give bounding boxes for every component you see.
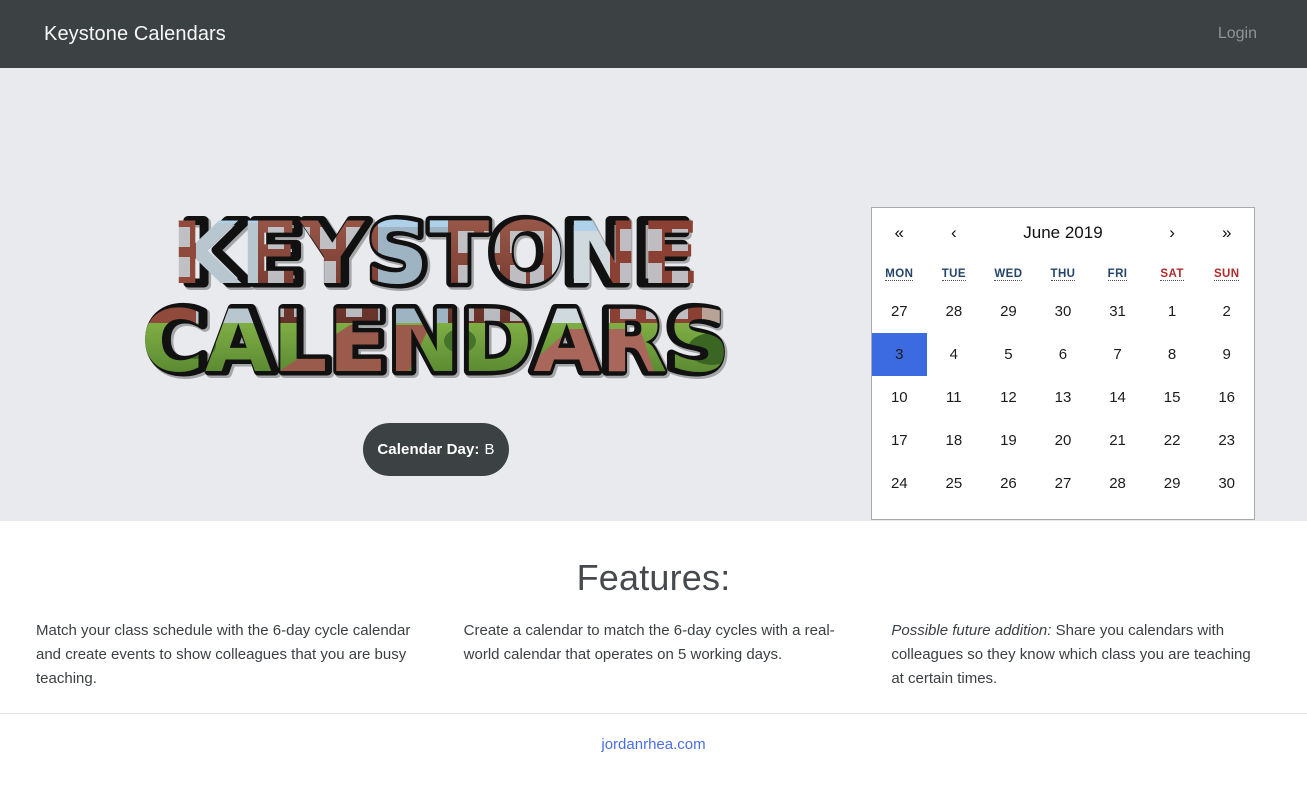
features-section: Features: Match your class schedule with… [0,521,1307,691]
calendar-day-cell[interactable]: 19 [981,419,1036,462]
dow-header-mon: MON [872,258,927,290]
dow-header-wed: WED [981,258,1036,290]
calendar-body: 27 28 29 30 31 1 2 3 4 5 6 7 8 9 10 11 12 13 14 15 16 17 18 19 2… [872,290,1254,505]
calendar-day-cell[interactable]: 15 [1145,376,1200,419]
hero-logo-image: KEYSTONE CALENDARS KEYSTONE CALENDARS KE… [100,205,772,390]
dow-abbr-mon: MON [885,268,914,281]
calendar-thead: « ‹ June 2019 › » MON TUE WED THU FRI SA… [872,208,1254,290]
calendar-day-cell[interactable]: 28 [1090,462,1145,505]
calendar-day-cell[interactable]: 13 [1036,376,1091,419]
calendar-day-cell[interactable]: 22 [1145,419,1200,462]
hero-jumbotron: KEYSTONE CALENDARS KEYSTONE CALENDARS KE… [0,68,1307,521]
calendar-day-cell[interactable]: 16 [1199,376,1254,419]
feature-lead-3: Possible future addition: [891,622,1052,639]
calendar-week-row: 10 11 12 13 14 15 16 [872,376,1254,419]
dow-header-tue: TUE [927,258,982,290]
feature-column-2: Create a calendar to match the 6-day cyc… [430,619,858,691]
calendar-nav-row: « ‹ June 2019 › » [872,208,1254,258]
calendar-day-cell[interactable]: 25 [927,462,982,505]
calendar-day-cell[interactable]: 9 [1199,333,1254,376]
calendar-week-row: 3456789 [872,333,1254,376]
calendar-week-row: 17 18 19 20 21 22 23 [872,419,1254,462]
dow-abbr-sun: SUN [1213,268,1240,281]
calendar-table: « ‹ June 2019 › » MON TUE WED THU FRI SA… [872,208,1254,505]
feature-column-1: Match your class schedule with the 6-day… [0,619,430,691]
brand-link[interactable]: Keystone Calendars [44,23,226,46]
hero-inner: KEYSTONE CALENDARS KEYSTONE CALENDARS KE… [0,68,1307,521]
calendar-day-cell[interactable]: 4 [927,333,982,376]
calendar-week-row: 24 25 26 27 28 29 30 [872,462,1254,505]
calendar-day-cell[interactable]: 6 [1036,333,1091,376]
next-year-button[interactable]: » [1199,208,1254,258]
calendar-day-cell[interactable]: 5 [981,333,1036,376]
calendar-day-cell[interactable]: 21 [1090,419,1145,462]
calendar-day-cell[interactable]: 3 [872,333,927,376]
calendar-day-cell[interactable]: 31 [1090,290,1145,333]
login-link[interactable]: Login [1208,19,1267,49]
dow-header-thu: THU [1036,258,1091,290]
calendar-day-badge: Calendar Day: B [363,423,509,476]
dow-abbr-thu: THU [1050,268,1076,281]
calendar-day-cell[interactable]: 17 [872,419,927,462]
dow-header-sun: SUN [1199,258,1254,290]
calendar-day-cell[interactable]: 26 [981,462,1036,505]
calendar-day-cell[interactable]: 23 [1199,419,1254,462]
dow-header-sat: SAT [1145,258,1200,290]
calendar-day-cell[interactable]: 1 [1145,290,1200,333]
calendar-day-cell[interactable]: 2 [1199,290,1254,333]
footer: jordanrhea.com [0,714,1307,753]
datepicker-calendar[interactable]: « ‹ June 2019 › » MON TUE WED THU FRI SA… [871,207,1255,520]
calendar-day-value: B [484,441,495,458]
footer-website-link[interactable]: jordanrhea.com [601,736,705,753]
prev-month-button[interactable]: ‹ [927,208,982,258]
calendar-day-cell[interactable]: 24 [872,462,927,505]
dow-header-fri: FRI [1090,258,1145,290]
calendar-day-cell[interactable]: 11 [927,376,982,419]
calendar-day-cell[interactable]: 30 [1036,290,1091,333]
calendar-day-cell[interactable]: 8 [1145,333,1200,376]
calendar-day-cell[interactable]: 20 [1036,419,1091,462]
features-columns: Match your class schedule with the 6-day… [0,619,1307,691]
feature-text-2: Create a calendar to match the 6-day cyc… [463,622,835,663]
calendar-day-cell[interactable]: 12 [981,376,1036,419]
feature-text-1: Match your class schedule with the 6-day… [36,622,411,687]
calendar-day-cell[interactable]: 27 [872,290,927,333]
prev-year-button[interactable]: « [872,208,927,258]
calendar-day-cell[interactable]: 29 [1145,462,1200,505]
navbar-right: Login [1208,19,1267,49]
dow-abbr-fri: FRI [1107,268,1128,281]
features-title: Features: [576,557,731,598]
calendar-day-cell[interactable]: 29 [981,290,1036,333]
calendar-day-label: Calendar Day: [377,441,480,458]
calendar-day-cell[interactable]: 30 [1199,462,1254,505]
dow-abbr-wed: WED [994,268,1023,281]
calendar-week-row: 27 28 29 30 31 1 2 [872,290,1254,333]
calendar-dow-row: MON TUE WED THU FRI SAT SUN [872,258,1254,290]
dow-abbr-tue: TUE [941,268,966,281]
calendar-day-cell[interactable]: 7 [1090,333,1145,376]
navbar: Keystone Calendars Login [0,0,1307,68]
next-month-button[interactable]: › [1145,208,1200,258]
dow-abbr-sat: SAT [1160,268,1184,281]
calendar-day-cell[interactable]: 28 [927,290,982,333]
calendar-day-cell[interactable]: 10 [872,376,927,419]
calendar-day-cell[interactable]: 27 [1036,462,1091,505]
feature-column-3: Possible future addition: Share you cale… [857,619,1307,691]
calendar-day-cell[interactable]: 18 [927,419,982,462]
calendar-title[interactable]: June 2019 [981,208,1145,258]
calendar-day-cell[interactable]: 14 [1090,376,1145,419]
